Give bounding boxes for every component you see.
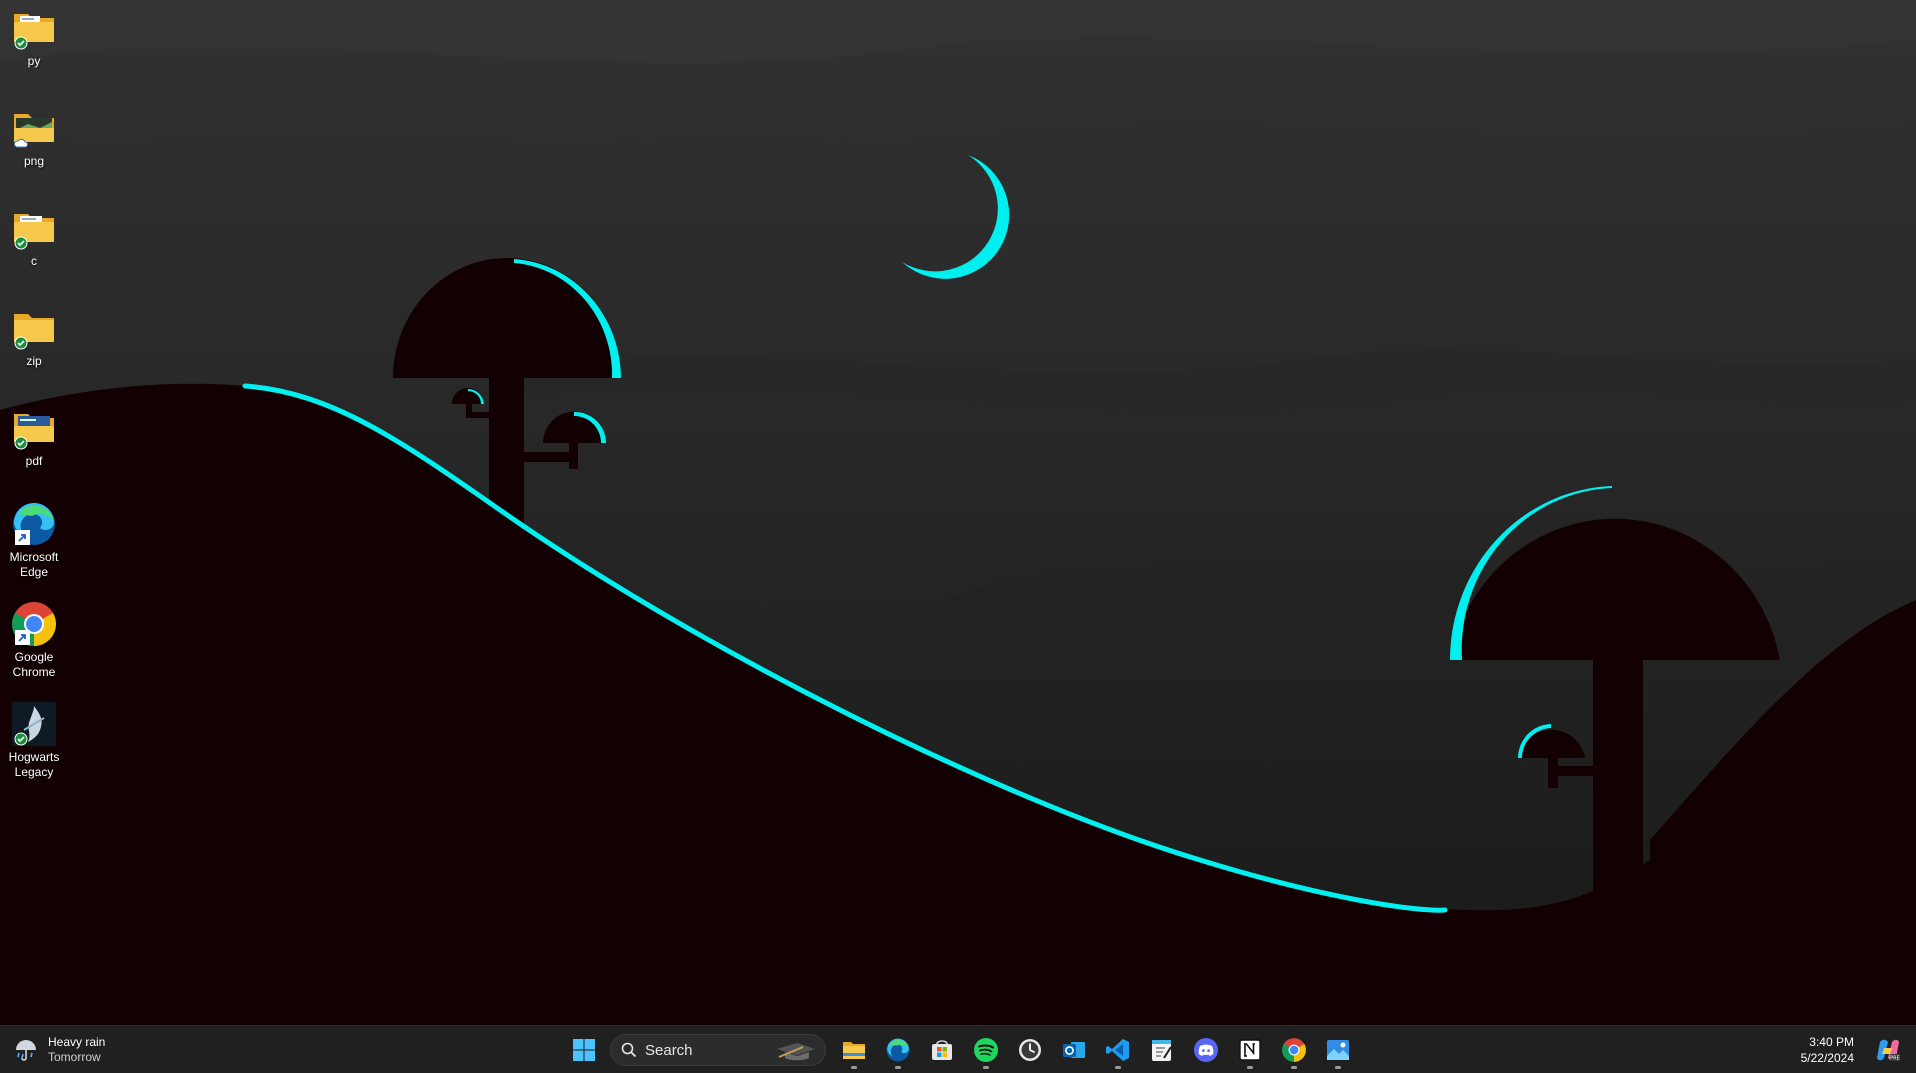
search-label: Search xyxy=(645,1041,693,1059)
chrome-icon xyxy=(10,600,58,648)
edge-icon xyxy=(10,500,58,548)
synced-check-icon xyxy=(14,36,28,50)
svg-text:PRE: PRE xyxy=(1890,1056,1900,1062)
search-input[interactable]: Search xyxy=(610,1034,826,1066)
taskbar: Heavy rain Tomorrow Search 3:40 PM 5/22/… xyxy=(0,1025,1916,1073)
running-indicator xyxy=(983,1066,989,1069)
discord-icon xyxy=(1194,1038,1218,1062)
taskbar-center: Search xyxy=(562,1030,1360,1070)
windows-logo-icon xyxy=(573,1039,595,1061)
edge-icon xyxy=(886,1038,910,1062)
taskbar-google-chrome[interactable] xyxy=(1274,1030,1314,1070)
folder-icon xyxy=(10,304,58,352)
clock-date: 5/22/2024 xyxy=(1800,1051,1854,1065)
taskbar-vs-code[interactable] xyxy=(1098,1030,1138,1070)
system-clock[interactable]: 3:40 PM 5/22/2024 xyxy=(1801,1034,1854,1066)
folder-icon xyxy=(10,404,58,452)
synced-check-icon xyxy=(14,236,28,250)
running-indicator xyxy=(1291,1066,1297,1069)
spotify-icon xyxy=(974,1038,998,1062)
desktop-icon-png[interactable]: png xyxy=(4,104,64,169)
folder-icon xyxy=(10,4,58,52)
clock-icon xyxy=(1019,1039,1041,1061)
desktop-icon-label: py xyxy=(27,54,41,68)
desktop-icon-label: Microsoft Edge xyxy=(9,550,59,579)
shortcut-arrow-icon xyxy=(15,530,30,545)
taskbar-notion[interactable] xyxy=(1230,1030,1270,1070)
notion-icon xyxy=(1239,1039,1261,1061)
desktop-icon-label: png xyxy=(23,154,45,168)
running-indicator xyxy=(1335,1066,1341,1069)
hogwarts-legacy-icon xyxy=(10,700,58,748)
desktop-icon-label: c xyxy=(31,254,37,268)
chrome-icon xyxy=(1282,1038,1306,1062)
desktop-icon-google-chrome[interactable]: Google Chrome xyxy=(4,600,64,680)
desktop-icon-c[interactable]: c xyxy=(4,204,64,269)
folder-icon xyxy=(843,1042,865,1059)
taskbar-clock-app[interactable] xyxy=(1010,1030,1050,1070)
desktop-icon-py[interactable]: py xyxy=(4,4,64,69)
desktop[interactable]: py png c zip pdf Microsoft Edge Google C… xyxy=(0,0,1916,1025)
shortcut-arrow-icon xyxy=(15,630,30,645)
taskbar-microsoft-store[interactable] xyxy=(922,1030,962,1070)
vscode-icon xyxy=(1106,1039,1129,1061)
store-icon xyxy=(932,1040,952,1060)
weather-subtitle: Tomorrow xyxy=(48,1050,101,1064)
photos-icon xyxy=(1327,1040,1349,1060)
desktop-icon-label: zip xyxy=(26,354,42,368)
desktop-icon-zip[interactable]: zip xyxy=(4,304,64,369)
clock-time: 3:40 PM xyxy=(1809,1035,1854,1049)
start-button[interactable] xyxy=(564,1030,604,1070)
cloud-icon xyxy=(14,138,28,148)
taskbar-microsoft-edge[interactable] xyxy=(878,1030,918,1070)
taskbar-file-explorer[interactable] xyxy=(834,1030,874,1070)
copilot-button[interactable]: PRE xyxy=(1874,1036,1902,1064)
graduation-cap-icon xyxy=(777,1043,815,1061)
desktop-icon-label: Hogwarts Legacy xyxy=(8,750,60,779)
weather-widget[interactable]: Heavy rain Tomorrow xyxy=(12,1033,105,1067)
taskbar-spotify[interactable] xyxy=(966,1030,1006,1070)
outlook-icon xyxy=(1063,1042,1085,1058)
weather-title: Heavy rain xyxy=(48,1035,106,1049)
desktop-icon-hogwarts-legacy[interactable]: Hogwarts Legacy xyxy=(4,700,64,780)
umbrella-rain-icon xyxy=(16,1040,36,1061)
synced-check-icon xyxy=(14,336,28,350)
desktop-icon-pdf[interactable]: pdf xyxy=(4,404,64,469)
folder-icon xyxy=(10,204,58,252)
desktop-icon-label: Google Chrome xyxy=(12,650,56,679)
desktop-icon-microsoft-edge[interactable]: Microsoft Edge xyxy=(4,500,64,580)
wallpaper xyxy=(0,0,1916,1025)
folder-icon xyxy=(10,104,58,152)
notepad-icon xyxy=(1152,1040,1172,1061)
running-indicator xyxy=(1247,1066,1253,1069)
synced-check-icon xyxy=(14,436,28,450)
running-indicator xyxy=(1115,1066,1121,1069)
taskbar-outlook[interactable] xyxy=(1054,1030,1094,1070)
running-indicator xyxy=(895,1066,901,1069)
taskbar-discord[interactable] xyxy=(1186,1030,1226,1070)
running-indicator xyxy=(851,1066,857,1069)
synced-check-icon xyxy=(14,732,28,746)
taskbar-photos[interactable] xyxy=(1318,1030,1358,1070)
taskbar-notepad[interactable] xyxy=(1142,1030,1182,1070)
copilot-icon: PRE xyxy=(1877,1039,1900,1062)
desktop-icon-label: pdf xyxy=(25,454,43,468)
search-icon xyxy=(621,1042,637,1058)
